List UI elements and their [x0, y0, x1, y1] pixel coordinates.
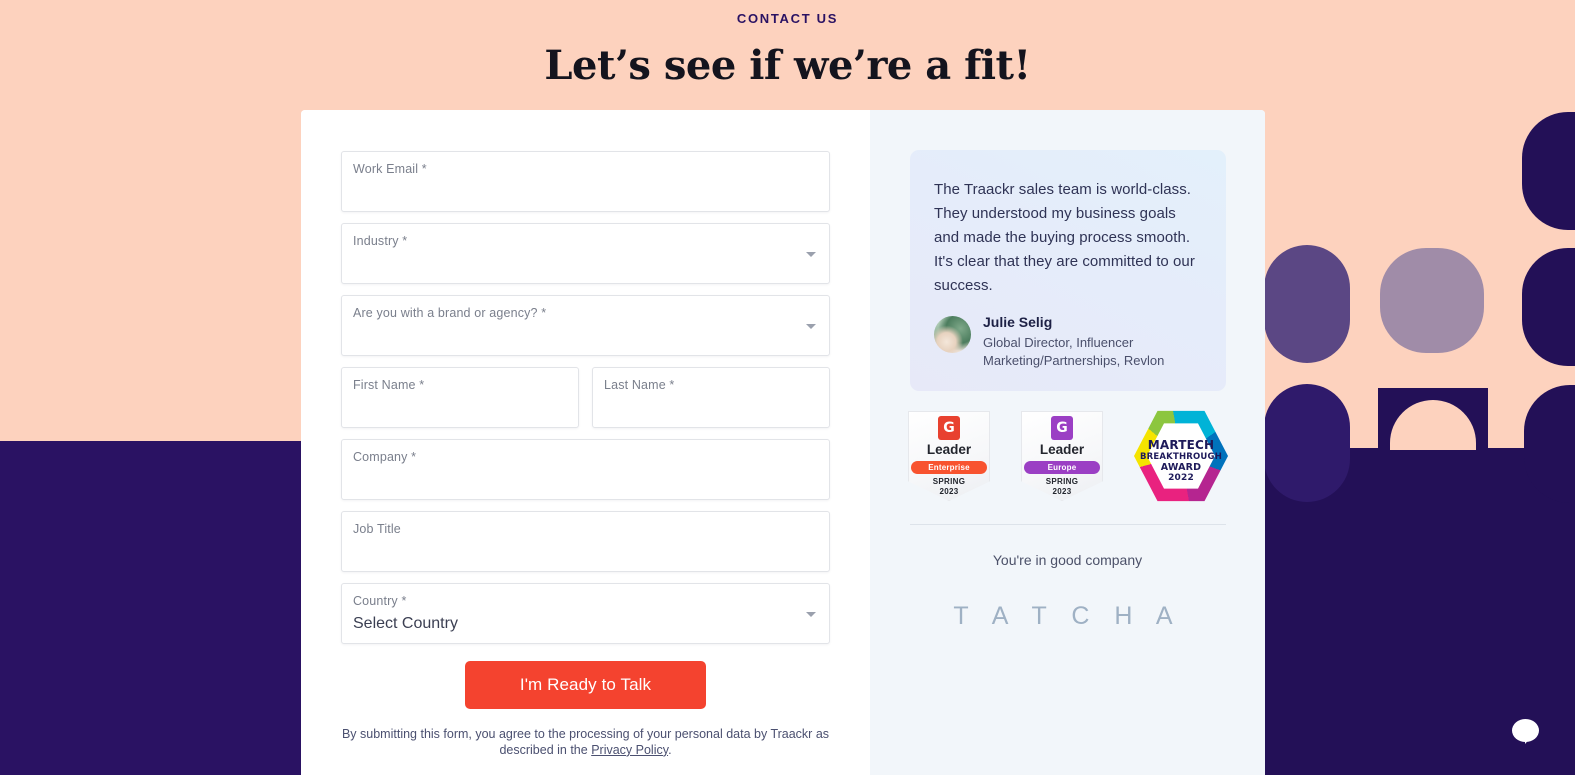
work-email-label: Work Email *: [353, 162, 427, 176]
testimonial-quote: The Traackr sales team is world-class. T…: [934, 181, 1195, 294]
privacy-policy-link[interactable]: Privacy Policy: [591, 743, 668, 757]
badge-ribbon: Europe: [1024, 461, 1100, 474]
job-title-field[interactable]: Job Title: [341, 511, 830, 572]
first-name-field[interactable]: First Name *: [341, 367, 579, 428]
company-label: Company *: [353, 450, 417, 464]
country-value: Select Country: [353, 615, 458, 632]
social-proof-panel: The Traackr sales team is world-class. T…: [870, 110, 1265, 775]
privacy-disclaimer: By submitting this form, you agree to th…: [341, 727, 830, 759]
badge-season-text: SPRING: [932, 477, 966, 486]
last-name-field[interactable]: Last Name *: [592, 367, 830, 428]
g2-logo-icon: G: [938, 416, 960, 440]
contact-card: Work Email * Industry * Are you with a b…: [301, 110, 1265, 775]
industry-label: Industry *: [353, 234, 408, 248]
badge-title: Leader: [1039, 442, 1085, 457]
industry-select[interactable]: Industry *: [341, 223, 830, 284]
badge-season: SPRING 2023: [909, 477, 989, 497]
good-company-label: You're in good company: [992, 552, 1143, 568]
page-header: CONTACT US Let’s see if we’re a fit!: [0, 0, 1575, 89]
testimonial-card: The Traackr sales team is world-class. T…: [910, 150, 1226, 391]
contact-form: Work Email * Industry * Are you with a b…: [301, 110, 870, 775]
badge-season-text: SPRING: [1045, 477, 1079, 486]
chat-widget-button[interactable]: [1506, 713, 1546, 753]
author-name: Julie Selig: [983, 314, 1053, 330]
first-name-label: First Name *: [353, 378, 425, 392]
martech-line-4: 2022: [1168, 473, 1194, 484]
martech-line-2: BREAKTHROUGH: [1139, 452, 1223, 463]
deco-square-indigo-bottom-left: [1264, 384, 1350, 502]
author-role: Global Director, Influencer Marketing/Pa…: [983, 335, 1165, 369]
martech-text: MARTECH BREAKTHROUGH AWARD 2022: [1134, 438, 1228, 484]
company-field[interactable]: Company *: [341, 439, 830, 500]
submit-button[interactable]: I'm Ready to Talk: [465, 661, 706, 709]
g2-logo-icon: G: [1051, 416, 1073, 440]
martech-line-3: AWARD: [1160, 462, 1202, 474]
badge-g2-leader-enterprise: G Leader Enterprise SPRING 2023: [908, 411, 990, 501]
g2-shield-shape: G Leader Europe SPRING 2023: [1021, 411, 1103, 501]
award-badges: G Leader Enterprise SPRING 2023 G Leader…: [908, 409, 1228, 503]
badge-g2-leader-europe: G Leader Europe SPRING 2023: [1021, 411, 1103, 501]
avatar: [934, 316, 971, 353]
chevron-down-icon: [806, 323, 816, 329]
testimonial-attribution: Julie Selig Global Director, Influencer …: [934, 312, 1226, 370]
chevron-down-icon: [806, 611, 816, 617]
brand-or-agency-select[interactable]: Are you with a brand or agency? *: [341, 295, 830, 356]
badge-year-text: 2023: [1052, 487, 1072, 496]
g2-shield-shape: G Leader Enterprise SPRING 2023: [908, 411, 990, 501]
client-logo-tatcha: T A T C H A: [953, 602, 1182, 630]
eyebrow-label: CONTACT US: [736, 11, 839, 26]
work-email-field[interactable]: Work Email *: [341, 151, 830, 212]
navy-block-left: [0, 441, 302, 775]
disclaimer-suffix: .: [668, 742, 672, 757]
deco-square-purple-dark: [1264, 245, 1350, 363]
badge-martech-breakthrough: MARTECH BREAKTHROUGH AWARD 2022: [1134, 409, 1228, 503]
martech-line-1: MARTECH: [1147, 438, 1215, 452]
badge-year-text: 2023: [939, 487, 959, 496]
country-label: Country *: [353, 594, 407, 608]
chevron-down-icon: [806, 251, 816, 257]
page-title: Let’s see if we’re a fit!: [544, 42, 1031, 89]
last-name-label: Last Name *: [604, 378, 675, 392]
badge-season: SPRING 2023: [1022, 477, 1102, 497]
job-title-label: Job Title: [353, 522, 401, 536]
brand-or-agency-label: Are you with a brand or agency? *: [353, 306, 547, 320]
country-select[interactable]: Country * Select Country: [341, 583, 830, 644]
badge-title: Leader: [926, 442, 972, 457]
divider: [910, 524, 1226, 525]
badge-ribbon: Enterprise: [911, 461, 987, 474]
chat-bubble-tail-icon: [1525, 736, 1532, 744]
disclaimer-text: By submitting this form, you agree to th…: [341, 727, 830, 757]
deco-square-purple-light: [1380, 248, 1484, 353]
